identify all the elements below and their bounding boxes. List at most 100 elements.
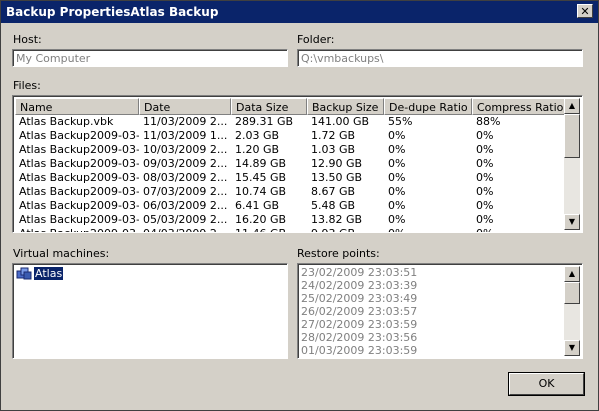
files-scrollbar[interactable]: ▲ ▼ bbox=[564, 98, 580, 230]
table-cell: 9.93 GB bbox=[307, 227, 384, 232]
ok-button[interactable]: OK bbox=[509, 373, 584, 395]
table-cell: 5.48 GB bbox=[311, 199, 356, 212]
restore-point-item[interactable]: 23/02/2009 23:03:51 bbox=[301, 266, 417, 280]
files-label: Files: bbox=[13, 79, 41, 92]
table-cell: 16.20 GB bbox=[235, 213, 287, 226]
table-cell: Atlas Backup.vbk bbox=[19, 115, 114, 128]
table-cell: Atlas Backup2009-03-... bbox=[19, 157, 139, 170]
table-cell: 0% bbox=[388, 213, 406, 226]
folder-field[interactable]: Q:\vmbackups\ bbox=[297, 49, 583, 67]
table-cell: 0% bbox=[476, 185, 494, 198]
table-row[interactable]: Atlas Backup2009-03-... 05/03/2009 2... 16… bbox=[15, 213, 568, 227]
table-row[interactable]: Atlas Backup2009-03-... 07/03/2009 2... 10… bbox=[15, 185, 568, 199]
restore-point-item[interactable]: 26/02/2009 23:03:57 bbox=[301, 305, 417, 319]
table-cell: 12.90 GB bbox=[311, 157, 363, 170]
table-row[interactable]: Atlas Backup2009-03-... 11/03/2009 1... 2.… bbox=[15, 129, 568, 143]
backup-properties-dialog: Backup PropertiesAtlas Backup ✕ Host: My… bbox=[0, 0, 599, 411]
table-cell: 88% bbox=[476, 115, 501, 128]
table-cell: 08/03/2009 2... bbox=[143, 171, 228, 184]
table-cell: 11.46 GB bbox=[231, 227, 307, 232]
table-cell: 13.82 GB bbox=[311, 213, 363, 226]
table-cell: 14.89 GB bbox=[235, 157, 287, 170]
table-cell: 8.67 GB bbox=[311, 185, 356, 198]
table-cell: 11/03/2009 2... bbox=[143, 115, 228, 128]
table-cell: Atlas Backup2009-03-... bbox=[19, 143, 139, 156]
table-cell: Atlas Backup2009-03-... bbox=[19, 199, 139, 212]
table-cell: Atlas Backup2009-03-... bbox=[19, 185, 139, 198]
table-cell: 6.41 GB bbox=[235, 199, 280, 212]
title-bar: Backup PropertiesAtlas Backup ✕ bbox=[1, 1, 598, 23]
column-header[interactable]: Data Size bbox=[231, 98, 307, 115]
table-cell: 0% bbox=[476, 129, 494, 142]
table-cell: 04/03/2009 2... bbox=[139, 227, 231, 232]
table-cell: 55% bbox=[388, 115, 413, 128]
table-cell: 07/03/2009 2... bbox=[143, 185, 228, 198]
table-cell: 0% bbox=[388, 171, 406, 184]
files-list[interactable]: Name Date Data Size Backup Size De-dupe Rati… bbox=[12, 95, 583, 233]
vm-item-label: Atlas bbox=[32, 266, 65, 281]
table-cell: 0% bbox=[388, 185, 406, 198]
scroll-up-button[interactable]: ▲ bbox=[564, 98, 580, 114]
table-cell: 0% bbox=[388, 199, 406, 212]
table-cell: 0% bbox=[476, 143, 494, 156]
table-cell: 141.00 GB bbox=[311, 115, 370, 128]
close-button[interactable]: ✕ bbox=[577, 4, 593, 18]
vm-list[interactable]: Atlas bbox=[12, 263, 288, 359]
table-cell: 05/03/2009 2... bbox=[143, 213, 228, 226]
table-cell: 0% bbox=[476, 157, 494, 170]
table-cell: 1.03 GB bbox=[311, 143, 356, 156]
scroll-thumb[interactable] bbox=[564, 282, 580, 304]
table-cell: 0% bbox=[384, 227, 472, 232]
host-label: Host: bbox=[13, 33, 42, 46]
table-cell: 0% bbox=[476, 213, 494, 226]
table-cell: 09/03/2009 2... bbox=[143, 157, 228, 170]
table-cell: 0% bbox=[476, 199, 494, 212]
host-field[interactable]: My Computer bbox=[12, 49, 288, 67]
column-header[interactable]: Backup Size bbox=[307, 98, 384, 115]
table-row[interactable]: Atlas Backup.vbk 11/03/2009 2... 289.31 GB… bbox=[15, 115, 568, 129]
table-row[interactable]: Atlas Backup2009-03-...04/03/2009 2...11… bbox=[15, 227, 568, 232]
table-cell: 15.45 GB bbox=[235, 171, 287, 184]
restore-points-label: Restore points: bbox=[297, 247, 380, 260]
table-cell: 11/03/2009 1... bbox=[143, 129, 228, 142]
table-cell: 06/03/2009 2... bbox=[143, 199, 228, 212]
column-header[interactable]: Name bbox=[15, 98, 139, 115]
restore-point-item[interactable]: 27/02/2009 23:03:59 bbox=[301, 318, 417, 332]
window-title: Backup PropertiesAtlas Backup bbox=[6, 5, 219, 19]
table-cell: 2.03 GB bbox=[235, 129, 280, 142]
table-cell: 0% bbox=[388, 143, 406, 156]
table-cell: 0% bbox=[476, 171, 494, 184]
folder-label: Folder: bbox=[297, 33, 335, 46]
table-cell: 0% bbox=[388, 129, 406, 142]
restore-point-item[interactable]: 01/03/2009 23:03:59 bbox=[301, 344, 417, 358]
table-cell: Atlas Backup2009-03-... bbox=[19, 171, 139, 184]
scroll-up-button[interactable]: ▲ bbox=[564, 266, 580, 282]
vms-label: Virtual machines: bbox=[13, 247, 110, 260]
table-cell: 13.50 GB bbox=[311, 171, 363, 184]
scroll-down-button[interactable]: ▼ bbox=[564, 340, 580, 356]
restore-points-list[interactable]: 23/02/2009 23:03:51 24/02/2009 23:03:39 25… bbox=[297, 263, 583, 359]
table-cell: 1.20 GB bbox=[235, 143, 280, 156]
table-cell: 289.31 GB bbox=[235, 115, 294, 128]
column-header[interactable]: Compress Ratio bbox=[472, 98, 568, 115]
table-row[interactable]: Atlas Backup2009-03-... 09/03/2009 2... 14… bbox=[15, 157, 568, 171]
scroll-thumb[interactable] bbox=[564, 114, 580, 158]
scroll-down-button[interactable]: ▼ bbox=[564, 214, 580, 230]
table-cell: 10.74 GB bbox=[235, 185, 287, 198]
table-cell: 0% bbox=[388, 157, 406, 170]
restore-scrollbar[interactable]: ▲ ▼ bbox=[564, 266, 580, 356]
table-row[interactable]: Atlas Backup2009-03-... 08/03/2009 2... 15… bbox=[15, 171, 568, 185]
column-header[interactable]: Date bbox=[139, 98, 231, 115]
table-cell: 0% bbox=[472, 227, 568, 232]
vm-icon bbox=[16, 267, 32, 280]
table-cell: 1.72 GB bbox=[311, 129, 356, 142]
table-cell: Atlas Backup2009-03-... bbox=[19, 129, 139, 142]
table-row[interactable]: Atlas Backup2009-03-... 10/03/2009 2... 1.… bbox=[15, 143, 568, 157]
restore-point-item[interactable]: 25/02/2009 23:03:49 bbox=[301, 292, 417, 306]
table-row[interactable]: Atlas Backup2009-03-... 06/03/2009 2... 6.… bbox=[15, 199, 568, 213]
column-header[interactable]: De-dupe Ratio bbox=[384, 98, 472, 115]
restore-point-item[interactable]: 24/02/2009 23:03:39 bbox=[301, 279, 417, 293]
table-cell: Atlas Backup2009-03-... bbox=[19, 213, 139, 226]
restore-point-item[interactable]: 28/02/2009 23:03:56 bbox=[301, 331, 417, 345]
table-cell: Atlas Backup2009-03-... bbox=[15, 227, 139, 232]
